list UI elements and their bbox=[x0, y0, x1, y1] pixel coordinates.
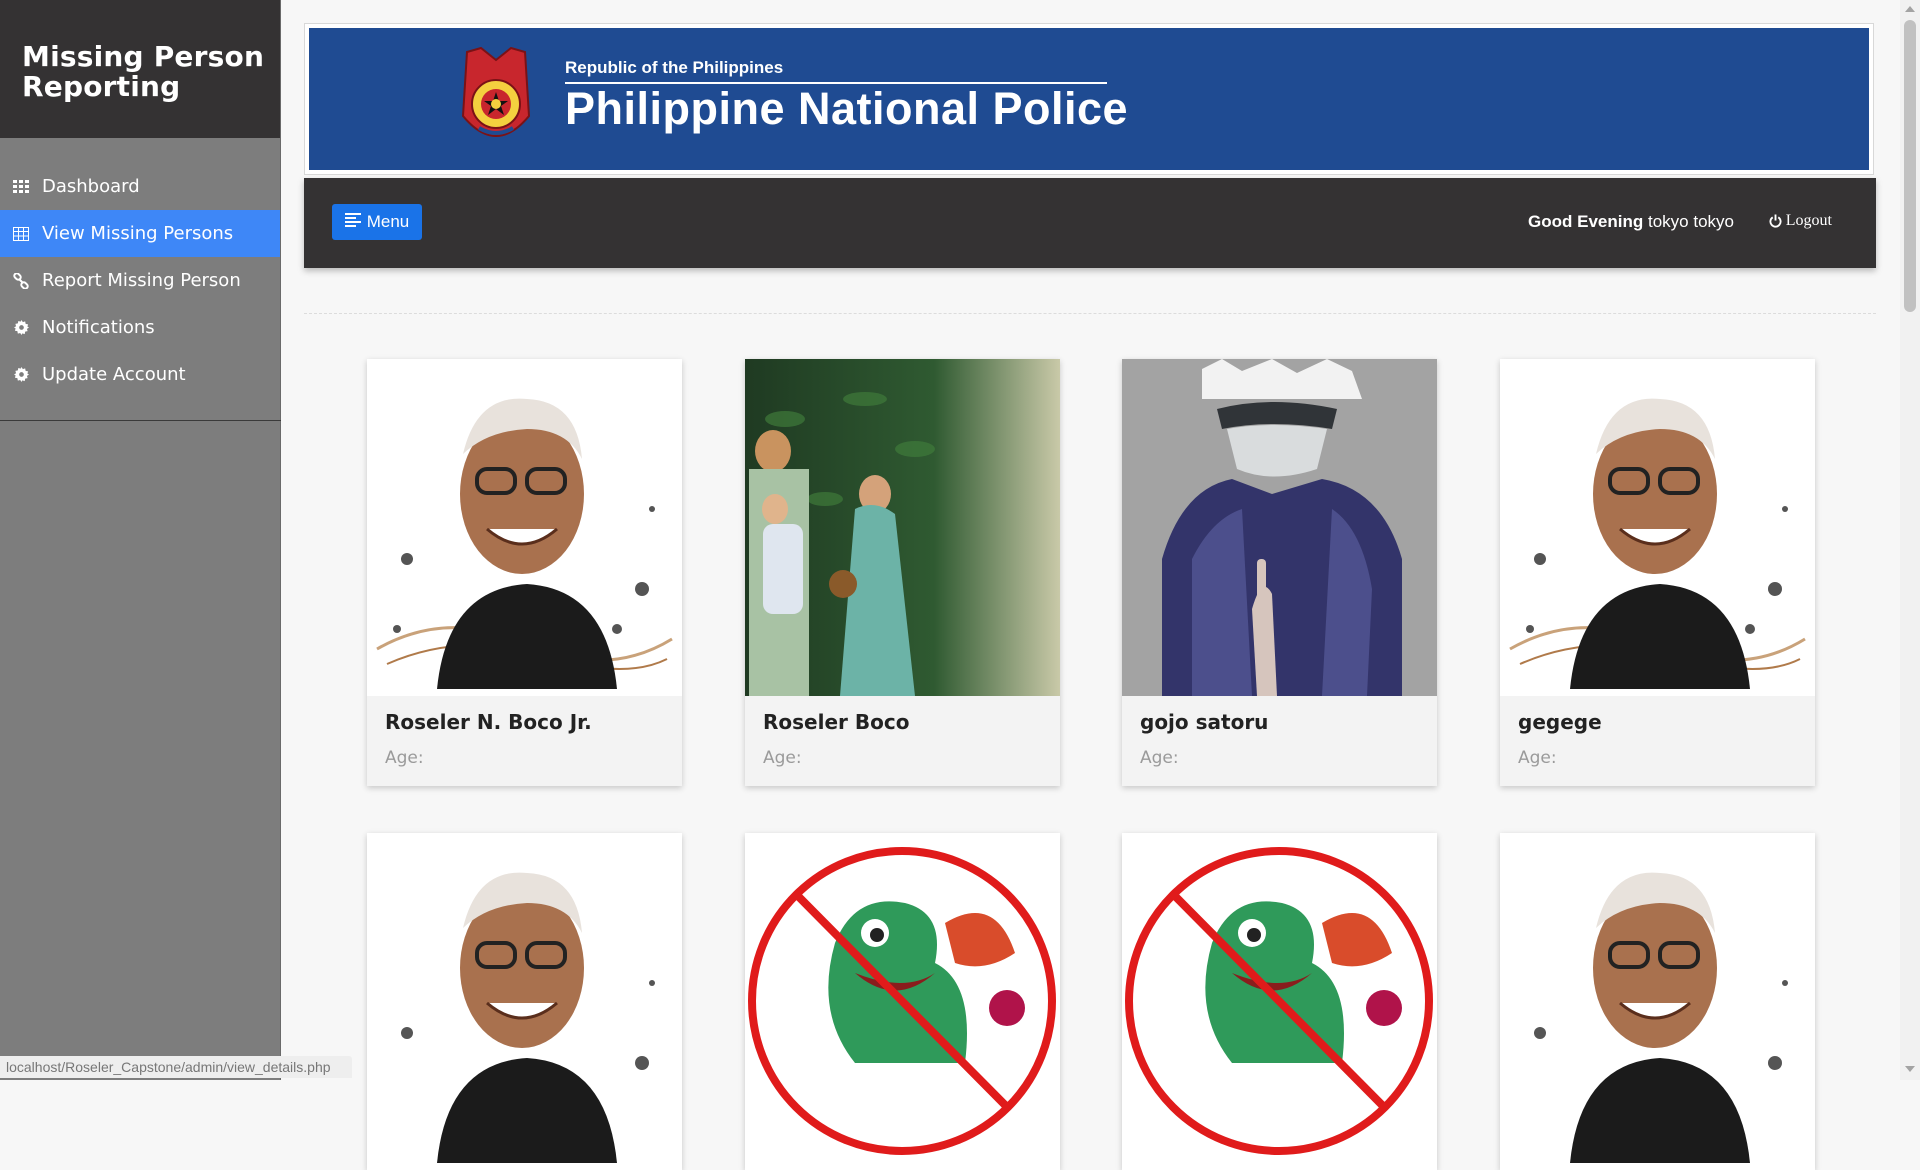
greeting-text: Good Evening bbox=[1528, 212, 1644, 231]
card-body: Roseler N. Boco Jr. Age: bbox=[367, 696, 682, 786]
card-body: gojo satoru Age: bbox=[1122, 696, 1437, 786]
person-name: gegege bbox=[1518, 710, 1602, 734]
sidebar-item-dashboard[interactable]: Dashboard bbox=[0, 163, 280, 210]
person-name: Roseler N. Boco Jr. bbox=[385, 710, 592, 734]
sidebar-item-notifications[interactable]: Notifications bbox=[0, 304, 280, 351]
vertical-scrollbar[interactable] bbox=[1900, 0, 1920, 1080]
person-age: Age: bbox=[1518, 748, 1557, 768]
table-icon bbox=[12, 225, 30, 243]
person-photo bbox=[367, 833, 682, 1170]
sidebar-item-label: View Missing Persons bbox=[42, 223, 234, 244]
menu-icon bbox=[344, 212, 361, 232]
sidebar-nav: Dashboard View Missing Persons Report Mi… bbox=[0, 163, 280, 398]
person-name: Roseler Boco bbox=[763, 710, 910, 734]
content-divider bbox=[304, 313, 1876, 314]
status-bar-url: localhost/Roseler_Capstone/admin/view_de… bbox=[0, 1056, 352, 1078]
person-card[interactable] bbox=[367, 833, 682, 1170]
person-card[interactable] bbox=[745, 833, 1060, 1170]
header-banner-frame: Republic of the Philippines Philippine N… bbox=[304, 23, 1874, 175]
banner-title: Philippine National Police bbox=[565, 83, 1129, 134]
menu-button[interactable]: Menu bbox=[332, 204, 422, 240]
scroll-down-arrow-icon[interactable] bbox=[1905, 1066, 1915, 1072]
person-age: Age: bbox=[1140, 748, 1179, 768]
link-icon bbox=[12, 272, 30, 290]
sidebar-item-update-account[interactable]: Update Account bbox=[0, 351, 280, 398]
person-photo bbox=[745, 359, 1060, 696]
scroll-up-arrow-icon[interactable] bbox=[1905, 6, 1915, 12]
sidebar-item-label: Report Missing Person bbox=[42, 270, 241, 291]
person-card[interactable] bbox=[1500, 833, 1815, 1170]
person-card[interactable]: gegege Age: bbox=[1500, 359, 1815, 786]
person-photo bbox=[745, 833, 1060, 1170]
person-card[interactable]: Roseler Boco Age: bbox=[745, 359, 1060, 786]
pnp-banner: Republic of the Philippines Philippine N… bbox=[309, 28, 1869, 170]
grid-icon bbox=[12, 178, 30, 196]
person-photo bbox=[1122, 833, 1437, 1170]
person-card[interactable]: gojo satoru Age: bbox=[1122, 359, 1437, 786]
gear-icon bbox=[12, 366, 30, 384]
person-photo bbox=[1500, 359, 1815, 696]
sidebar-header: Missing Person Reporting bbox=[0, 0, 280, 138]
person-name: gojo satoru bbox=[1140, 710, 1269, 734]
sidebar-item-view-missing-persons[interactable]: View Missing Persons bbox=[0, 210, 280, 257]
person-card[interactable]: Roseler N. Boco Jr. Age: bbox=[367, 359, 682, 786]
person-age: Age: bbox=[385, 748, 424, 768]
logout-button[interactable]: Logout bbox=[1769, 212, 1832, 230]
person-photo bbox=[367, 359, 682, 696]
power-icon bbox=[1769, 214, 1782, 228]
sidebar: Missing Person Reporting Dashboard View … bbox=[0, 0, 281, 1080]
app-title: Missing Person Reporting bbox=[22, 40, 265, 103]
banner-subtitle: Republic of the Philippines bbox=[565, 58, 784, 77]
card-body: Roseler Boco Age: bbox=[745, 696, 1060, 786]
logout-label: Logout bbox=[1785, 212, 1832, 229]
person-photo bbox=[1122, 359, 1437, 696]
gear-icon bbox=[12, 319, 30, 337]
menu-label: Menu bbox=[366, 212, 410, 231]
username: tokyo tokyo bbox=[1648, 212, 1734, 231]
person-age: Age: bbox=[763, 748, 802, 768]
sidebar-item-label: Dashboard bbox=[42, 176, 140, 197]
sidebar-item-label: Notifications bbox=[42, 317, 155, 338]
top-bar: Menu Good Evening tokyo tokyo Logout bbox=[304, 178, 1876, 268]
person-card[interactable] bbox=[1122, 833, 1437, 1170]
person-photo bbox=[1500, 833, 1815, 1170]
main-content: Republic of the Philippines Philippine N… bbox=[281, 0, 1900, 1170]
card-body: gegege Age: bbox=[1500, 696, 1815, 786]
pnp-seal-icon bbox=[461, 46, 531, 137]
scrollbar-thumb[interactable] bbox=[1904, 20, 1916, 312]
sidebar-item-label: Update Account bbox=[42, 364, 186, 385]
sidebar-divider bbox=[0, 420, 281, 421]
greeting: Good Evening tokyo tokyo bbox=[1528, 212, 1734, 232]
sidebar-item-report-missing-person[interactable]: Report Missing Person bbox=[0, 257, 280, 304]
